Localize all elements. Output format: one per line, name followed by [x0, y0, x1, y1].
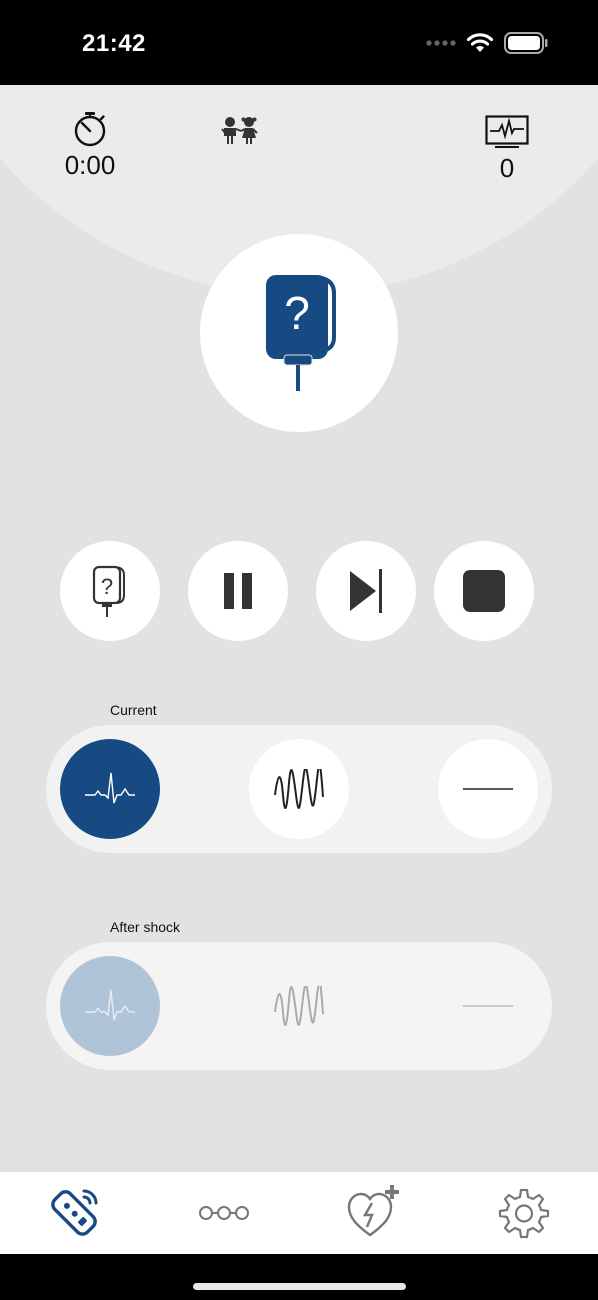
shock-counter: 0	[484, 115, 530, 184]
pad-status-display: ?	[200, 234, 398, 432]
status-time: 21:42	[82, 30, 146, 57]
current-label: Current	[110, 702, 157, 718]
home-indicator[interactable]	[193, 1283, 406, 1290]
pad-question-icon: ?	[92, 565, 125, 617]
stop-icon	[463, 570, 505, 612]
svg-text:?: ?	[284, 287, 310, 339]
tab-remote[interactable]	[24, 1172, 124, 1254]
monitor-icon	[485, 115, 529, 148]
ecg-sinus-icon	[85, 772, 135, 804]
tab-aed[interactable]	[324, 1172, 424, 1254]
children-icon	[221, 117, 258, 144]
after-shock-asystole-button[interactable]	[438, 956, 538, 1056]
after-shock-rhythm-selector	[46, 942, 552, 1070]
ecg-flatline-icon	[463, 1005, 513, 1007]
current-vfib-button[interactable]	[249, 739, 349, 839]
battery-icon	[504, 32, 548, 54]
current-asystole-button[interactable]	[438, 739, 538, 839]
current-sinus-rhythm-button[interactable]	[60, 739, 160, 839]
after-shock-sinus-rhythm-button[interactable]	[60, 956, 160, 1056]
ecg-fibrillation-icon	[274, 769, 324, 809]
pediatric-mode[interactable]	[218, 115, 262, 150]
skip-button[interactable]	[316, 541, 416, 641]
svg-text:?: ?	[101, 574, 113, 599]
ecg-fibrillation-icon	[274, 986, 324, 1026]
tab-settings[interactable]	[474, 1172, 574, 1254]
pad-unknown-icon: ?	[266, 275, 336, 391]
stop-button[interactable]	[434, 541, 534, 641]
pad-check-button[interactable]: ?	[60, 541, 160, 641]
timer-value: 0:00	[64, 150, 116, 180]
status-icons	[426, 32, 548, 54]
tab-scenario[interactable]	[174, 1172, 274, 1254]
signal-dots-icon	[426, 40, 456, 46]
remote-icon	[51, 1189, 98, 1236]
after-shock-label: After shock	[110, 919, 181, 935]
app-content: 0:00 0 ? ? Current After shock	[0, 85, 598, 1172]
aed-heart-icon	[347, 1185, 399, 1237]
home-indicator-area	[0, 1254, 598, 1300]
wifi-icon	[466, 33, 494, 52]
timer: 0:00	[60, 110, 120, 181]
status-bar: 21:42	[0, 0, 598, 85]
settings-icon	[498, 1188, 550, 1239]
scenario-icon	[199, 1206, 249, 1220]
shock-count-value: 0	[499, 153, 515, 183]
pause-icon	[224, 573, 252, 609]
ecg-flatline-icon	[463, 788, 513, 790]
skip-next-icon	[350, 569, 382, 613]
after-shock-vfib-button[interactable]	[249, 956, 349, 1056]
ecg-sinus-icon	[85, 989, 135, 1021]
pause-button[interactable]	[188, 541, 288, 641]
current-rhythm-selector	[46, 725, 552, 853]
stopwatch-icon	[74, 112, 106, 147]
tab-bar	[0, 1172, 598, 1254]
